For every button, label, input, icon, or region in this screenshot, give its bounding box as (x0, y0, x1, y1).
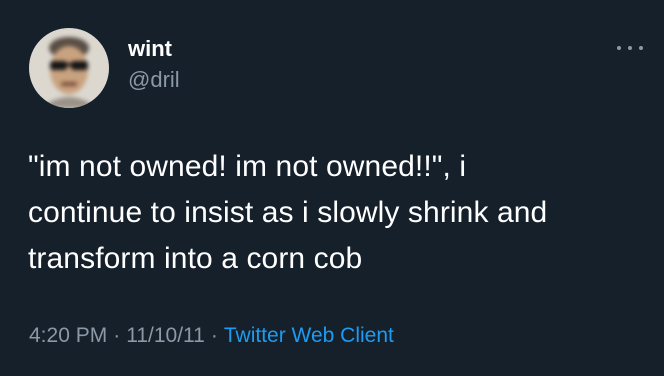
tweet-time[interactable]: 4:20 PM (29, 324, 107, 347)
author-name[interactable]: wint (128, 36, 172, 62)
tweet-text: "im not owned! im not owned!!", i contin… (28, 144, 644, 282)
meta-separator: · (113, 324, 121, 347)
tweet-client-link[interactable]: Twitter Web Client (224, 324, 394, 347)
more-horizontal-icon (628, 46, 632, 50)
more-horizontal-icon (639, 46, 643, 50)
tweet-text-line: continue to insist as i slowly shrink an… (28, 196, 548, 229)
tweet-card: wint @dril "im not owned! im not owned!!… (0, 0, 664, 376)
more-horizontal-icon (617, 46, 621, 50)
more-options-button[interactable] (617, 38, 643, 58)
tweet-text-line: "im not owned! im not owned!!", i (28, 150, 467, 183)
author-handle[interactable]: @dril (128, 67, 180, 93)
avatar[interactable] (29, 28, 109, 108)
tweet-metadata: 4:20 PM · 11/10/11 · Twitter Web Client (29, 322, 394, 350)
tweet-text-line: transform into a corn cob (28, 242, 363, 275)
avatar-image (29, 28, 109, 108)
tweet-date[interactable]: 11/10/11 (126, 324, 205, 347)
meta-separator: · (210, 324, 218, 347)
